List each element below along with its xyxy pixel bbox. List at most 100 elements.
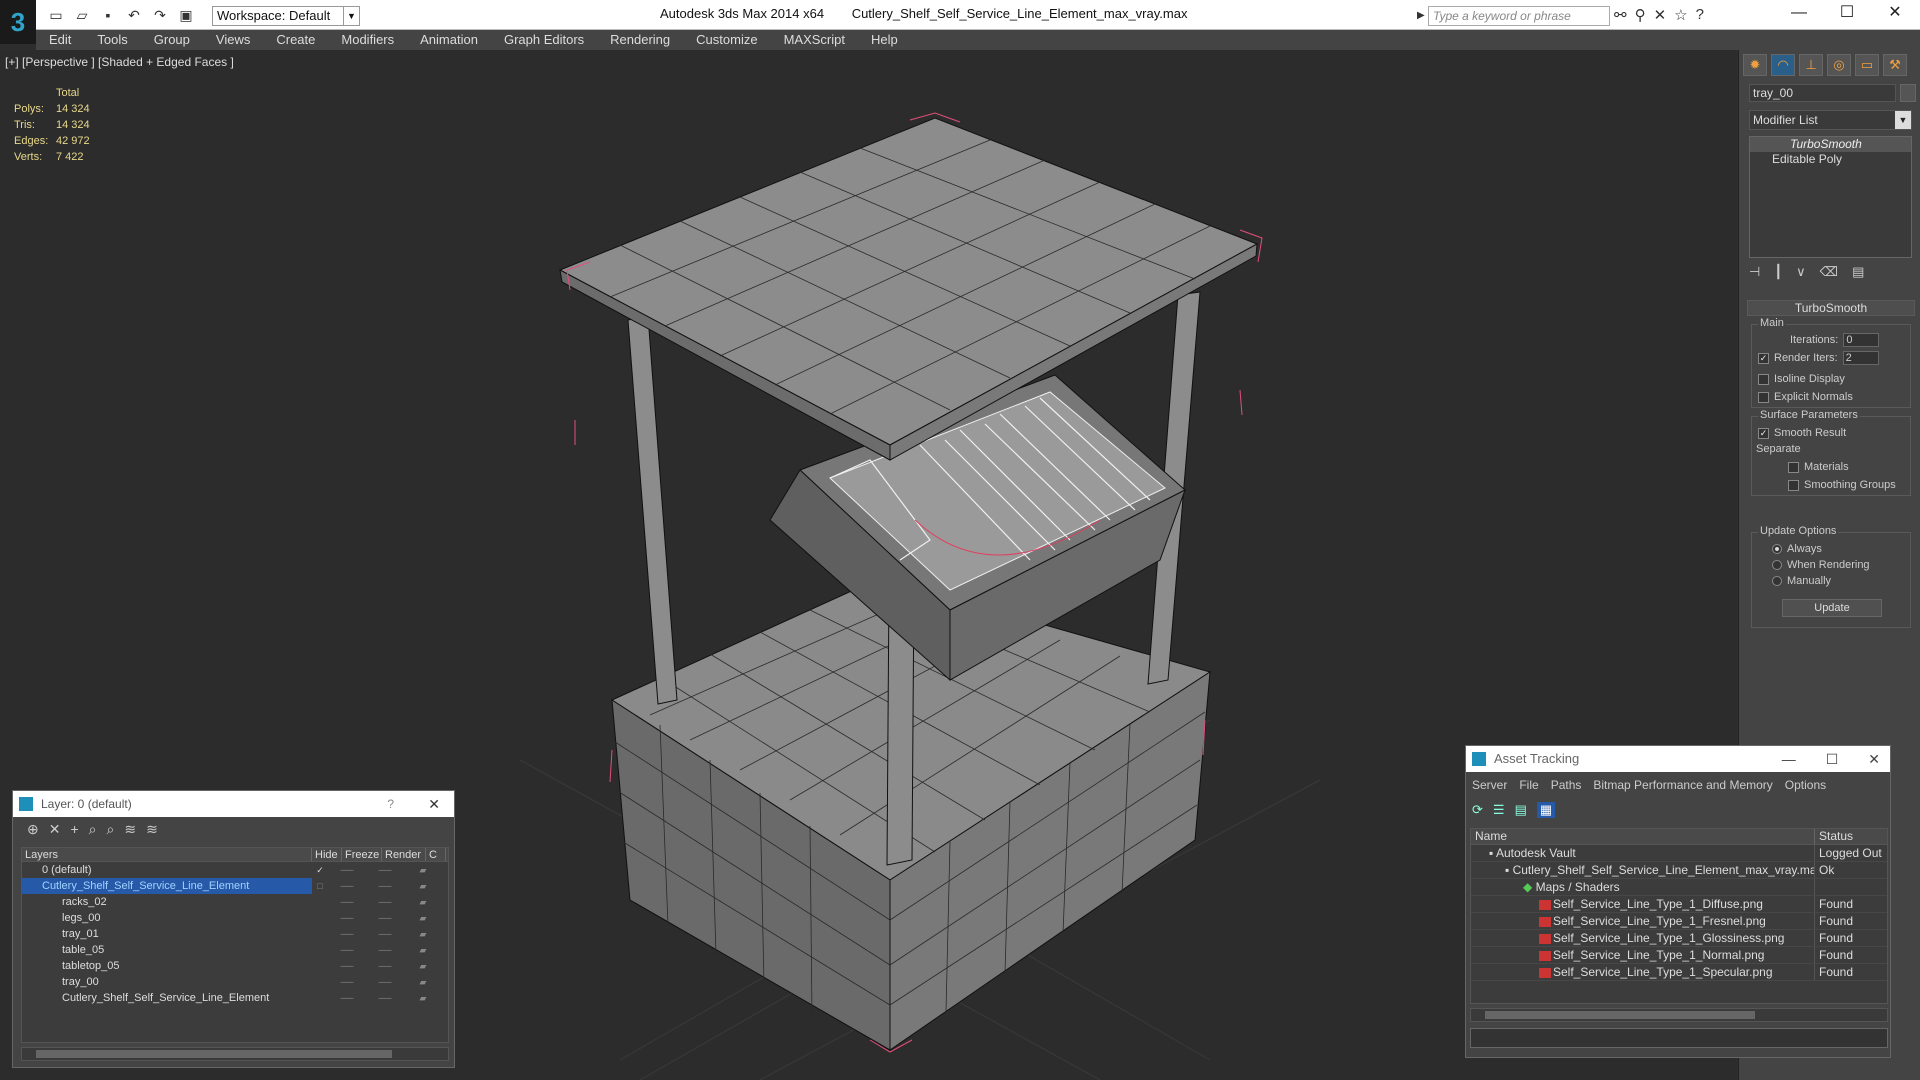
save-icon[interactable]: ▪	[98, 7, 118, 23]
asset-row[interactable]: Self_Service_Line_Type_1_Normal.png Found	[1471, 947, 1887, 964]
menu-file[interactable]: File	[1519, 778, 1538, 792]
hierarchy-tab-icon[interactable]: ⊥	[1799, 54, 1823, 76]
minimize-icon[interactable]: —	[1775, 0, 1823, 28]
stack-item-editable-poly[interactable]: Editable Poly	[1750, 152, 1911, 167]
layer-row[interactable]: racks_02 ── ── ▰	[22, 894, 448, 910]
isoline-checkbox[interactable]	[1758, 373, 1769, 385]
menu-paths[interactable]: Paths	[1551, 778, 1582, 792]
layer-row[interactable]: legs_00 ── ── ▰	[22, 910, 448, 926]
col-name[interactable]: Name	[1471, 829, 1815, 844]
menu-group[interactable]: Group	[141, 30, 203, 50]
asset-row[interactable]: Self_Service_Line_Type_1_Glossiness.png F…	[1471, 930, 1887, 947]
layer-row[interactable]: tray_00 ── ── ▰	[22, 974, 448, 990]
render-icon[interactable]: ▰	[404, 990, 442, 1006]
close-icon[interactable]: ✕	[1871, 0, 1919, 28]
remove-modifier-icon[interactable]: ⌫	[1820, 264, 1838, 280]
search-input[interactable]: ▶ Type a keyword or phrase	[1417, 6, 1610, 26]
menu-options[interactable]: Options	[1785, 778, 1826, 792]
object-name-field[interactable]: tray_00	[1749, 84, 1896, 102]
help-icon[interactable]: ?	[1696, 6, 1704, 24]
render-icon[interactable]: ▰	[404, 942, 442, 958]
object-color-swatch[interactable]	[1900, 84, 1916, 102]
layer-row[interactable]: 0 (default) ✓ ── ── ▰	[22, 862, 448, 878]
menu-views[interactable]: Views	[203, 30, 263, 50]
horizontal-scrollbar[interactable]	[21, 1047, 449, 1061]
details-view-icon[interactable]: ▤	[1515, 802, 1527, 818]
asset-row[interactable]: ▪ Autodesk Vault Logged Out	[1471, 845, 1887, 862]
render-icon[interactable]: ▰	[404, 894, 442, 910]
communication-icon[interactable]: ✕	[1654, 6, 1667, 24]
display-tab-icon[interactable]: ▭	[1855, 54, 1879, 76]
show-end-result-icon[interactable]: ┃	[1774, 264, 1782, 280]
render-icon[interactable]: ▰	[404, 910, 442, 926]
undo-icon[interactable]: ↶	[124, 7, 144, 24]
pin-stack-icon[interactable]: ⊣	[1749, 264, 1760, 280]
menu-rendering[interactable]: Rendering	[597, 30, 683, 50]
highlight-layer-icon[interactable]: ⌕	[107, 821, 115, 838]
minimize-icon[interactable]: —	[1782, 746, 1796, 772]
new-layer-icon[interactable]: ⊕	[27, 821, 39, 838]
favorites-star-icon[interactable]: ☆	[1674, 6, 1687, 24]
table-view-icon[interactable]: ▦	[1536, 802, 1556, 818]
layer-row[interactable]: table_05 ── ── ▰	[22, 942, 448, 958]
smooth-result-checkbox[interactable]: ✓	[1758, 427, 1769, 439]
render-icon[interactable]: ▰	[404, 974, 442, 990]
menu-customize[interactable]: Customize	[683, 30, 770, 50]
freeze-all-icon[interactable]: ≋	[146, 821, 158, 838]
menu-server[interactable]: Server	[1472, 778, 1507, 792]
asset-tracking-header[interactable]: Asset Tracking — ☐ ✕	[1466, 746, 1890, 772]
create-tab-icon[interactable]: ✹	[1743, 54, 1767, 76]
app-logo-icon[interactable]: 3	[0, 0, 36, 44]
viewport-label[interactable]: [+] [Perspective ] [Shaded + Edged Faces…	[5, 55, 234, 69]
horizontal-scrollbar[interactable]	[1470, 1008, 1888, 1022]
asset-row[interactable]: ▪ Cutlery_Shelf_Self_Service_Line_Elemen…	[1471, 862, 1887, 879]
help-button[interactable]: ?	[387, 791, 394, 817]
modifier-list-dropdown[interactable]: Modifier List ▼	[1749, 110, 1912, 130]
close-icon[interactable]: ✕	[1868, 746, 1880, 772]
always-radio[interactable]	[1772, 544, 1782, 554]
explicit-normals-checkbox[interactable]	[1758, 391, 1769, 403]
new-file-icon[interactable]: ▭	[46, 7, 66, 24]
asset-row[interactable]: Self_Service_Line_Type_1_Specular.png Fou…	[1471, 964, 1887, 981]
menu-bitmap-performance[interactable]: Bitmap Performance and Memory	[1593, 778, 1772, 792]
menu-help[interactable]: Help	[858, 30, 911, 50]
tabletop[interactable]	[558, 117, 1259, 461]
menu-modifiers[interactable]: Modifiers	[328, 30, 407, 50]
add-to-layer-icon[interactable]: +	[70, 821, 78, 838]
stack-item-turbosmooth[interactable]: TurboSmooth	[1750, 137, 1911, 152]
menu-animation[interactable]: Animation	[407, 30, 491, 50]
render-icon[interactable]: ▰	[404, 862, 442, 878]
key-icon[interactable]: ⚲	[1635, 6, 1646, 24]
render-iters-spinner[interactable]: 2	[1842, 351, 1879, 365]
render-iters-checkbox[interactable]: ✓	[1758, 352, 1769, 364]
render-icon[interactable]: ▰	[404, 878, 442, 894]
modify-tab-icon[interactable]: ◠	[1771, 54, 1795, 76]
col-freeze[interactable]: Freeze	[342, 848, 382, 861]
col-status[interactable]: Status	[1815, 829, 1853, 844]
maximize-icon[interactable]: ☐	[1823, 0, 1871, 28]
utilities-tab-icon[interactable]: ⚒	[1883, 54, 1907, 76]
update-button[interactable]: Update	[1782, 599, 1882, 617]
menu-tools[interactable]: Tools	[84, 30, 140, 50]
layer-row[interactable]: tabletop_05 ── ── ▰	[22, 958, 448, 974]
col-color[interactable]: C	[426, 848, 446, 861]
asset-row[interactable]: ◆ Maps / Shaders	[1471, 879, 1887, 896]
materials-checkbox[interactable]	[1788, 461, 1799, 473]
configure-sets-icon[interactable]: ▤	[1852, 264, 1864, 280]
menu-graph-editors[interactable]: Graph Editors	[491, 30, 597, 50]
render-icon[interactable]: ▰	[404, 926, 442, 942]
close-icon[interactable]: ✕	[428, 791, 440, 817]
motion-tab-icon[interactable]: ◎	[1827, 54, 1851, 76]
path-field[interactable]	[1470, 1028, 1888, 1048]
menu-create[interactable]: Create	[263, 30, 328, 50]
layer-dialog-header[interactable]: Layer: 0 (default) ? ✕	[13, 791, 454, 817]
manually-radio[interactable]	[1772, 576, 1782, 586]
menu-edit[interactable]: Edit	[36, 30, 84, 50]
workspace-dropdown[interactable]: Workspace: Default ▼	[212, 6, 360, 26]
menu-maxscript[interactable]: MAXScript	[771, 30, 858, 50]
col-hide[interactable]: Hide	[312, 848, 342, 861]
redo-icon[interactable]: ↷	[150, 7, 170, 24]
maximize-icon[interactable]: ☐	[1826, 746, 1839, 772]
layer-row[interactable]: tray_01 ── ── ▰	[22, 926, 448, 942]
layer-row[interactable]: Cutlery_Shelf_Self_Service_Line_Element □…	[22, 878, 448, 894]
